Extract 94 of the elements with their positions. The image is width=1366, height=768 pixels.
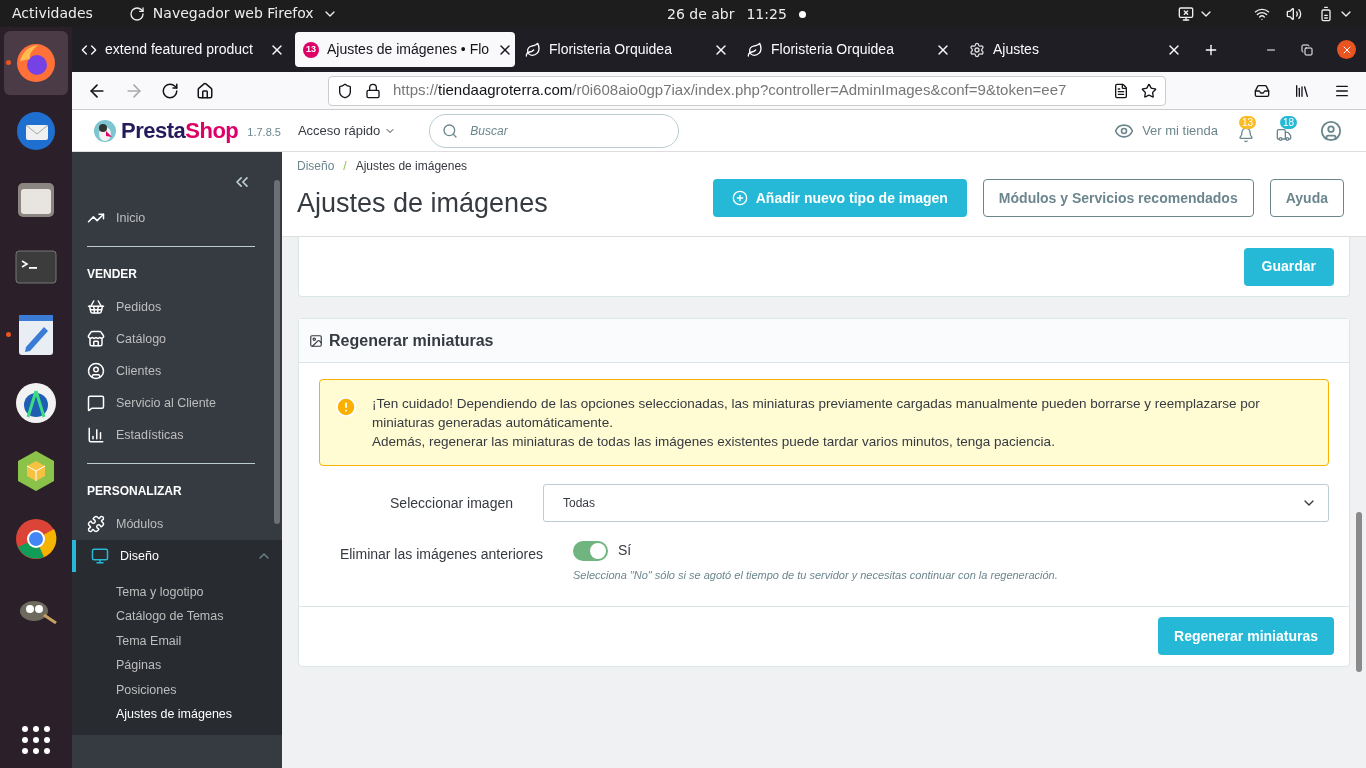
panel-title: Regenerar miniaturas: [329, 330, 494, 351]
submenu-item[interactable]: Tema y logotipo: [72, 580, 282, 605]
pocket-icon[interactable]: [1254, 82, 1270, 99]
tab-title: Ajustes de imágenes • Flo: [327, 40, 490, 59]
account-icon[interactable]: [1320, 119, 1342, 142]
leaf-icon: [525, 41, 541, 58]
tab-badge: 13: [303, 41, 319, 58]
dock-item[interactable]: [4, 31, 68, 95]
field-label: Eliminar las imágenes anteriores: [339, 546, 543, 562]
android-studio-icon[interactable]: [14, 381, 58, 425]
puzzle-icon: [87, 515, 105, 533]
sidebar-item[interactable]: Pedidos: [72, 291, 270, 323]
monitor-icon: [91, 547, 109, 565]
browser-tab[interactable]: Floristeria Orquidea: [739, 32, 959, 67]
field-label: Seleccionar imagen: [390, 495, 513, 511]
reload-icon[interactable]: [161, 81, 179, 100]
toggle-switch[interactable]: [573, 540, 608, 561]
tab-title: Ajustes: [993, 40, 1040, 59]
image-select[interactable]: Todas: [543, 484, 1329, 522]
activities-button[interactable]: Actividades: [12, 3, 93, 24]
user-icon: [87, 362, 105, 380]
sidebar-item[interactable]: Clientes: [72, 355, 270, 387]
reader-icon[interactable]: [1113, 82, 1129, 99]
view-store-link[interactable]: Ver mi tienda: [1142, 120, 1218, 141]
screen-icon[interactable]: [1178, 5, 1194, 22]
quick-access-menu[interactable]: Acceso rápido: [297, 120, 397, 141]
breadcrumb-current: Ajustes de imágenes: [355, 158, 468, 175]
tab-title: Floristeria Orquidea: [771, 40, 895, 59]
sidebar-item[interactable]: Módulos: [72, 508, 270, 540]
page-title: Ajustes de imágenes: [297, 187, 548, 220]
basket-icon: [87, 298, 105, 316]
chat-icon: [87, 394, 105, 412]
lock-icon: [365, 82, 381, 99]
app-menu[interactable]: Navegador web Firefox: [152, 3, 314, 24]
browser-tab[interactable]: extend featured product: [73, 32, 293, 67]
submenu-item[interactable]: Posiciones: [72, 678, 282, 703]
sidebar-item[interactable]: Inicio: [72, 202, 270, 234]
section-heading: VENDER: [87, 267, 137, 281]
submenu-item[interactable]: Tema Email: [72, 629, 282, 654]
url-text: https://tiendaagroterra.com/r0i608aio0gp7iax/index.php?controller=AdminImages&conf=9&token=ee7: [393, 80, 1068, 101]
tab-title: extend featured product: [105, 40, 254, 59]
sidebar-item[interactable]: Catálogo: [72, 323, 270, 355]
settings-icon: [969, 41, 985, 58]
battery-icon[interactable]: [1318, 5, 1334, 22]
store-icon: [87, 330, 105, 348]
sidebar-item[interactable]: Estadísticas: [72, 419, 270, 451]
scrollbar[interactable]: [274, 180, 280, 524]
breadcrumb-separator: /: [343, 158, 347, 175]
order-count: 18: [1280, 115, 1298, 129]
browser-tab[interactable]: Floristeria Orquidea: [517, 32, 737, 67]
chrome-icon[interactable]: [14, 517, 58, 561]
toolbar-button[interactable]: Módulos y Servicios recomendados: [982, 179, 1254, 217]
cart-icon[interactable]: [1276, 126, 1292, 143]
sidebar-item[interactable]: Servicio al Cliente: [72, 387, 270, 419]
fox-globe-icon[interactable]: [14, 41, 58, 85]
restore-icon[interactable]: [1301, 43, 1313, 56]
bell-icon[interactable]: [1238, 126, 1254, 143]
browser-tab[interactable]: Ajustes: [961, 32, 1190, 67]
prestashop-logo: PrestaShop: [121, 117, 239, 145]
section-heading: PERSONALIZAR: [87, 484, 182, 498]
library-icon[interactable]: [1294, 82, 1310, 99]
clock-time[interactable]: 11:25: [746, 4, 787, 25]
submenu-item[interactable]: Catálogo de Temas: [72, 604, 282, 629]
warning-icon: [335, 396, 357, 418]
browser-tab[interactable]: 13 Ajustes de imágenes • Flo: [295, 32, 515, 67]
scrollbar[interactable]: [1356, 512, 1362, 672]
star-icon[interactable]: [1141, 82, 1157, 99]
switch-value: Sí: [618, 541, 632, 560]
notification-count: 13: [1239, 115, 1257, 129]
pelican-logo-icon: [93, 118, 117, 143]
warning-text: Además, regenerar las miniaturas de todas las imágenes existentes puede tardar varios minutos, tenga paciencia.: [372, 433, 1056, 451]
leaf-icon: [747, 41, 763, 58]
home-icon[interactable]: [196, 81, 214, 100]
breadcrumb-link[interactable]: Diseño: [297, 157, 335, 175]
clock-date[interactable]: 26 de abr: [667, 4, 735, 25]
tab-title: Floristeria Orquidea: [549, 40, 673, 59]
help-text: Selecciona "No" sólo si se agotó el tiempo de tu servidor y necesitas continuar con la regeneración.: [573, 568, 1058, 583]
bar-chart-icon: [87, 426, 105, 444]
volume-icon[interactable]: [1286, 5, 1302, 22]
submenu-item[interactable]: Ajustes de imágenes: [72, 702, 282, 727]
sidebar-item[interactable]: Diseño: [72, 540, 282, 572]
apps-grid-icon[interactable]: [22, 726, 50, 754]
warning-text: ¡Ten cuidado! Dependiendo de las opciones seleccionadas, las miniaturas previamente cargadas manualmente pueden borrarse y reemplazarse por miniaturas generadas automáticamente.: [372, 395, 1261, 432]
submenu-item[interactable]: Páginas: [72, 653, 282, 678]
version-label: 1.7.8.5: [247, 124, 281, 140]
image-icon: [309, 333, 323, 348]
plus-icon: [731, 190, 748, 206]
search-icon: [442, 122, 459, 139]
address-bar[interactable]: https://tiendaagroterra.com/r0i608aio0gp7iax/index.php?controller=AdminImages&conf=9&token=ee7: [328, 75, 1166, 106]
toolbar-button[interactable]: Ayuda: [1269, 179, 1344, 217]
close-icon[interactable]: [1337, 40, 1356, 59]
search-input[interactable]: Buscar: [470, 121, 651, 140]
shield-icon: [337, 82, 353, 99]
envelope-globe-icon[interactable]: [14, 109, 58, 153]
